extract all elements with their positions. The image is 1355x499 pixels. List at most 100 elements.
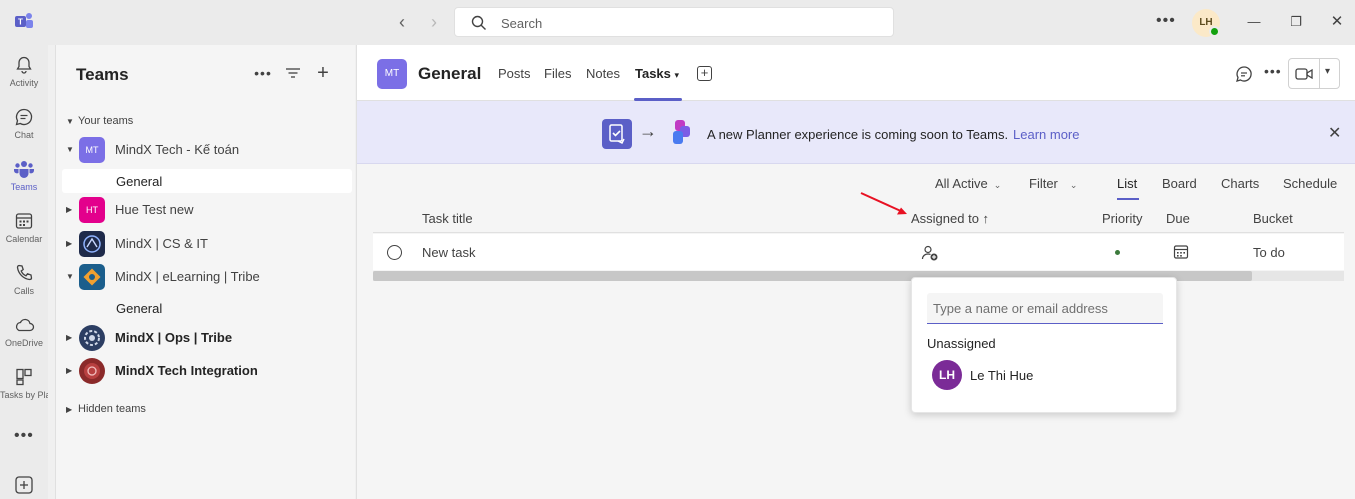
team-avatar: MT (79, 137, 105, 163)
app-rail: Activity Chat Teams Calendar Calls OneDr… (0, 45, 48, 499)
rail-label: Teams (10, 182, 38, 192)
chevron-down-icon: ▾ (674, 70, 680, 80)
your-teams-header[interactable]: ▼ Your teams (66, 115, 133, 127)
team-name: MindX Tech - Kế toán (115, 142, 240, 157)
chat-icon (15, 108, 33, 126)
view-tab-schedule[interactable]: Schedule (1283, 176, 1337, 191)
view-tab-board[interactable]: Board (1162, 176, 1197, 191)
teams-icon (14, 161, 34, 178)
add-icon[interactable]: + (313, 63, 333, 83)
rail-item-tasks[interactable]: Tasks by Pla... (0, 361, 48, 413)
unassigned-option[interactable]: Unassigned (927, 336, 996, 351)
column-header-due[interactable]: Due (1166, 211, 1190, 226)
rail-label: OneDrive (4, 338, 43, 348)
maximize-button[interactable]: ❐ (1286, 12, 1306, 32)
rail-item-teams[interactable]: Teams (0, 153, 48, 205)
rail-label: Calendar (5, 234, 43, 244)
video-camera-icon (1295, 68, 1313, 80)
team-row-mindx-elearning-tribe[interactable]: ▼ MindX | eLearning | Tribe (62, 263, 352, 293)
rail-item-activity[interactable]: Activity (0, 49, 48, 101)
rail-label: Calls (13, 286, 34, 296)
caret-right-icon: ▶ (66, 205, 73, 214)
minimize-button[interactable]: — (1244, 12, 1264, 32)
complete-task-checkbox[interactable] (387, 245, 402, 260)
team-name: MindX | Ops | Tribe (115, 330, 233, 345)
back-arrow-icon[interactable]: ‹ (392, 12, 412, 32)
assignee-search-input[interactable] (927, 293, 1163, 324)
rail-item-calendar[interactable]: Calendar (0, 205, 48, 257)
add-apps-icon[interactable] (14, 475, 34, 495)
all-active-dropdown[interactable]: All Active ⌄ (935, 176, 1001, 191)
teams-panel-title: Teams (76, 65, 129, 84)
all-active-label: All Active (935, 176, 988, 191)
assignee-option-le-thi-hue[interactable]: LH Le Thi Hue (927, 358, 1163, 392)
filter-dropdown[interactable]: Filter ⌄ (1029, 176, 1077, 191)
tasks-icon (16, 368, 32, 386)
your-teams-label: Your teams (78, 115, 134, 127)
more-options-icon[interactable]: ••• (1264, 63, 1282, 79)
avatar: LH (932, 360, 962, 390)
team-name: MindX Tech Integration (115, 363, 258, 378)
tab-files[interactable]: Files (544, 66, 571, 81)
filter-label: Filter (1029, 176, 1058, 191)
assign-person-icon[interactable] (921, 244, 939, 262)
team-avatar: HT (79, 197, 105, 223)
calendar-icon[interactable] (1173, 244, 1189, 260)
tab-tasks-label: Tasks (635, 66, 671, 81)
calendar-icon (15, 213, 33, 229)
tab-posts[interactable]: Posts (498, 66, 531, 81)
rail-item-onedrive[interactable]: OneDrive (0, 309, 48, 361)
teams-panel: Teams ••• + ▼ Your teams ▼ MT MindX Tech … (55, 45, 355, 499)
view-tab-list[interactable]: List (1117, 176, 1137, 191)
more-apps-icon[interactable]: ••• (14, 427, 34, 445)
team-row-mindx-cs-it[interactable]: ▶ MindX | CS & IT (62, 230, 352, 260)
meet-button[interactable]: ▾ (1288, 58, 1340, 89)
close-window-button[interactable]: ✕ (1327, 12, 1347, 32)
hidden-teams-header[interactable]: ▶ Hidden teams (66, 403, 146, 415)
column-header-task-title[interactable]: Task title (422, 211, 473, 226)
conversation-icon[interactable] (1235, 65, 1253, 83)
divider (1319, 59, 1320, 88)
cloud-icon (15, 318, 35, 332)
channel-header: MT General Posts Files Notes Tasks ▾ + •… (357, 45, 1355, 101)
column-header-assigned-to[interactable]: Assigned to ↑ (911, 211, 989, 226)
chevron-down-icon[interactable]: ▾ (1325, 66, 1330, 77)
tab-tasks[interactable]: Tasks ▾ (635, 66, 679, 81)
forward-arrow-icon[interactable]: › (424, 12, 444, 32)
channel-row-general[interactable]: General (62, 169, 352, 193)
chevron-down-icon: ⌄ (993, 180, 1002, 190)
learn-more-link[interactable]: Learn more (1013, 127, 1079, 142)
add-tab-button[interactable]: + (697, 66, 712, 81)
column-header-priority[interactable]: Priority (1102, 211, 1142, 226)
team-logo-icon (79, 325, 105, 351)
view-tab-charts[interactable]: Charts (1221, 176, 1259, 191)
rail-item-chat[interactable]: Chat (0, 101, 48, 153)
planner-banner: → A new Planner experience is coming soo… (357, 101, 1355, 164)
channel-name: General (116, 174, 163, 189)
channel-avatar: MT (377, 59, 407, 89)
team-row-hue-test-new[interactable]: ▶ HT Hue Test new (62, 196, 352, 226)
task-title-cell[interactable]: New task (422, 245, 475, 260)
tab-notes[interactable]: Notes (586, 66, 620, 81)
horizontal-scrollbar[interactable] (373, 271, 1344, 281)
planner-logo-icon (673, 120, 690, 144)
search-box[interactable]: Search (454, 7, 894, 37)
rail-item-calls[interactable]: Calls (0, 257, 48, 309)
bucket-cell[interactable]: To do (1253, 245, 1285, 260)
table-row[interactable]: New task To do (373, 234, 1344, 270)
more-options-icon[interactable]: ••• (1156, 12, 1176, 30)
channel-row-general[interactable]: General (62, 296, 352, 320)
presence-available-icon (1209, 26, 1220, 37)
phone-icon (16, 264, 33, 281)
column-header-bucket[interactable]: Bucket (1253, 211, 1293, 226)
team-row-mindx-tech-integration[interactable]: ▶ MindX Tech Integration (62, 357, 352, 387)
more-options-icon[interactable]: ••• (253, 63, 273, 83)
close-banner-button[interactable]: ✕ (1328, 123, 1341, 143)
team-row-mindx-tech-ke-toan[interactable]: ▼ MT MindX Tech - Kế toán (62, 136, 352, 166)
team-logo-icon (79, 358, 105, 384)
tasks-app-icon (602, 119, 632, 149)
priority-medium-icon[interactable] (1115, 250, 1120, 255)
team-name: MindX | CS & IT (115, 236, 208, 251)
team-row-mindx-ops-tribe[interactable]: ▶ MindX | Ops | Tribe (62, 324, 352, 354)
filter-icon[interactable] (283, 63, 303, 83)
